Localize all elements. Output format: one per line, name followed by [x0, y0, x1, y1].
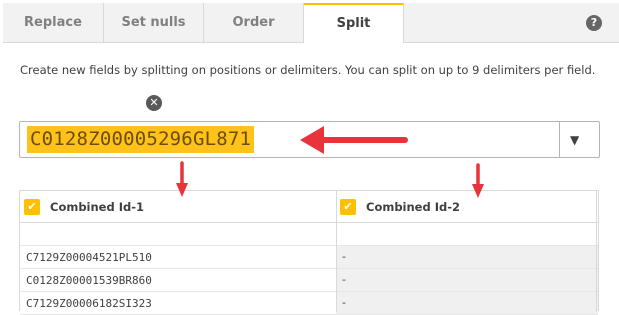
- left-arrow-icon: [300, 126, 408, 154]
- down-arrow-icon: [472, 163, 484, 198]
- annotation-overlay: [176, 126, 484, 198]
- down-arrow-icon: [176, 161, 188, 197]
